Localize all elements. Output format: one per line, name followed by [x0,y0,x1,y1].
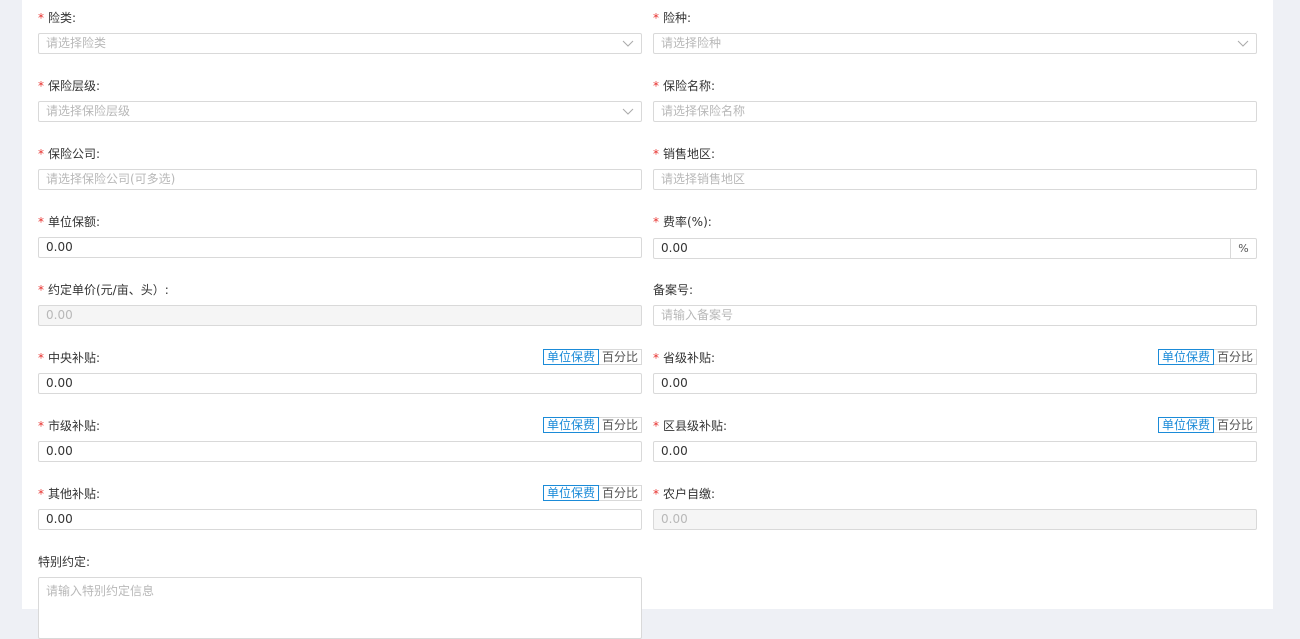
required-mark: * [653,79,659,93]
field-label: * 保险层级: [38,79,101,93]
insurance-type-select[interactable] [653,33,1257,54]
chevron-down-icon [622,108,634,115]
city-subsidy-input[interactable] [46,442,606,461]
required-mark: * [653,11,659,25]
filing-number-field[interactable] [653,305,1257,326]
field-label: 备案号: [653,283,694,297]
required-mark: * [38,147,44,161]
required-mark: * [653,351,659,365]
required-mark: * [653,487,659,501]
county-subsidy-input[interactable] [661,442,1221,461]
field-label: * 单位保额: [38,215,101,229]
percentage-option[interactable]: 百分比 [1213,349,1257,365]
other-subsidy-field[interactable] [38,509,642,530]
field-label: * 保险名称: [653,79,716,93]
field-label: * 销售地区: [653,147,716,161]
field-label: * 农户自缴: [653,487,716,501]
unit-premium-option[interactable]: 单位保费 [1157,417,1214,433]
unit-sum-insured-field[interactable] [38,237,642,258]
chevron-down-icon [1237,40,1249,47]
required-mark: * [38,11,44,25]
required-mark: * [653,419,659,433]
percentage-option[interactable]: 百分比 [598,485,642,501]
required-mark: * [653,147,659,161]
form-panel: *险类: *险种: *保险层级: *保险名称: *保险公司: *销售地区 [22,0,1273,639]
rate-field[interactable]: % [653,238,1257,259]
subsidy-mode-toggle[interactable]: 单位保费 百分比 [542,349,642,365]
insurance-level-input[interactable] [46,102,606,121]
insurance-name-field[interactable] [653,101,1257,122]
field-label: * 中央补贴: [38,351,101,365]
subsidy-mode-toggle[interactable]: 单位保费 百分比 [1157,349,1257,365]
field-label: * 约定单价(元/亩、头）: [38,283,169,297]
insurance-company-field[interactable] [38,169,642,190]
sales-region-field[interactable] [653,169,1257,190]
special-agreement-field[interactable] [38,577,642,639]
unit-premium-option[interactable]: 单位保费 [542,417,599,433]
agreed-unit-price-field [38,305,642,326]
subsidy-mode-toggle[interactable]: 单位保费 百分比 [542,417,642,433]
field-label: * 保险公司: [38,147,101,161]
central-subsidy-field[interactable] [38,373,642,394]
field-label: 特别约定: [38,555,91,569]
unit-premium-option[interactable]: 单位保费 [1157,349,1214,365]
chevron-down-icon [622,40,634,47]
required-mark: * [38,487,44,501]
insurance-level-select[interactable] [38,101,642,122]
insurance-category-input[interactable] [46,34,606,53]
sales-region-input[interactable] [661,170,1221,189]
provincial-subsidy-input[interactable] [661,374,1221,393]
rate-input[interactable] [661,239,1221,258]
insurance-company-input[interactable] [46,170,606,189]
field-label: * 费率(%): [653,215,712,229]
unit-sum-insured-input[interactable] [46,238,606,257]
insurance-category-select[interactable] [38,33,642,54]
required-mark: * [38,215,44,229]
subsidy-mode-toggle[interactable]: 单位保费 百分比 [542,485,642,501]
other-subsidy-input[interactable] [46,510,606,529]
agreed-unit-price-input [46,306,606,325]
field-label: * 市级补贴: [38,419,101,433]
required-mark: * [38,283,44,297]
unit-premium-option[interactable]: 单位保费 [542,349,599,365]
insurance-type-input[interactable] [661,34,1221,53]
insurance-name-input[interactable] [661,102,1221,121]
subsidy-mode-toggle[interactable]: 单位保费 百分比 [1157,417,1257,433]
percentage-option[interactable]: 百分比 [598,417,642,433]
city-subsidy-field[interactable] [38,441,642,462]
required-mark: * [653,215,659,229]
required-mark: * [38,351,44,365]
field-label: * 省级补贴: [653,351,716,365]
farmer-self-pay-field [653,509,1257,530]
field-label: * 其他补贴: [38,487,101,501]
percent-suffix: % [1230,239,1256,258]
farmer-self-pay-input [661,510,1221,529]
filing-number-input[interactable] [661,306,1221,325]
required-mark: * [38,79,44,93]
required-mark: * [38,419,44,433]
special-agreement-textarea[interactable] [46,582,631,632]
central-subsidy-input[interactable] [46,374,606,393]
percentage-option[interactable]: 百分比 [598,349,642,365]
field-label: * 区县级补贴: [653,419,728,433]
county-subsidy-field[interactable] [653,441,1257,462]
provincial-subsidy-field[interactable] [653,373,1257,394]
percentage-option[interactable]: 百分比 [1213,417,1257,433]
field-label: * 险种: [653,11,692,25]
field-label: * 险类: [38,11,77,25]
unit-premium-option[interactable]: 单位保费 [542,485,599,501]
